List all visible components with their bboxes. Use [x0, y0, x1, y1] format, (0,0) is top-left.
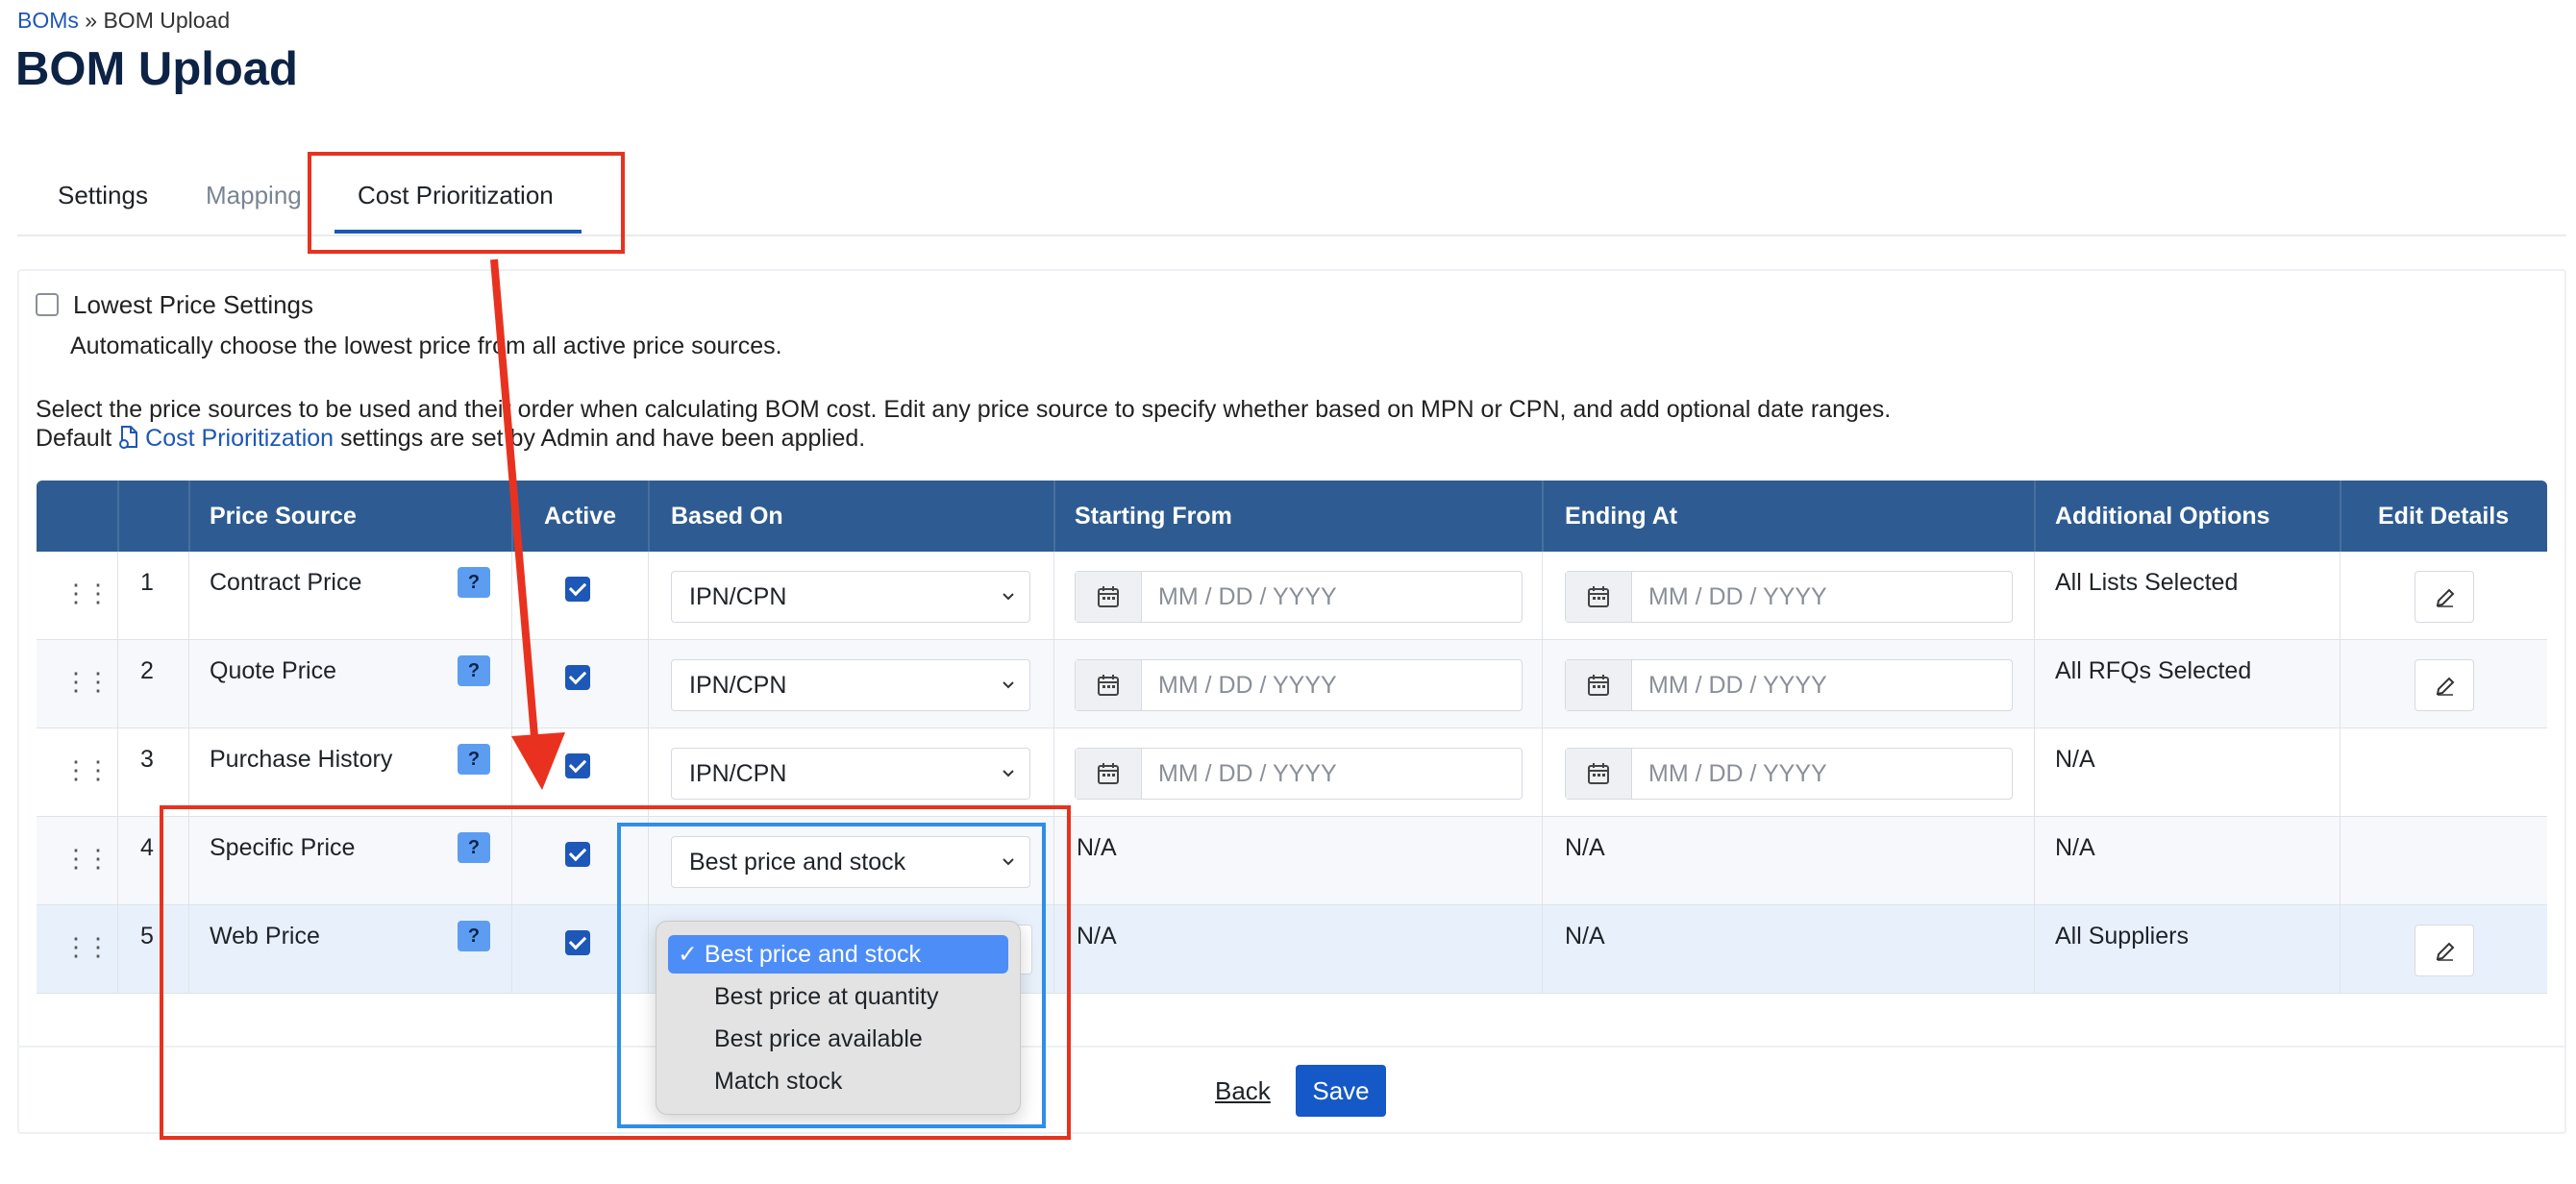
annotation-arrow — [490, 259, 565, 790]
